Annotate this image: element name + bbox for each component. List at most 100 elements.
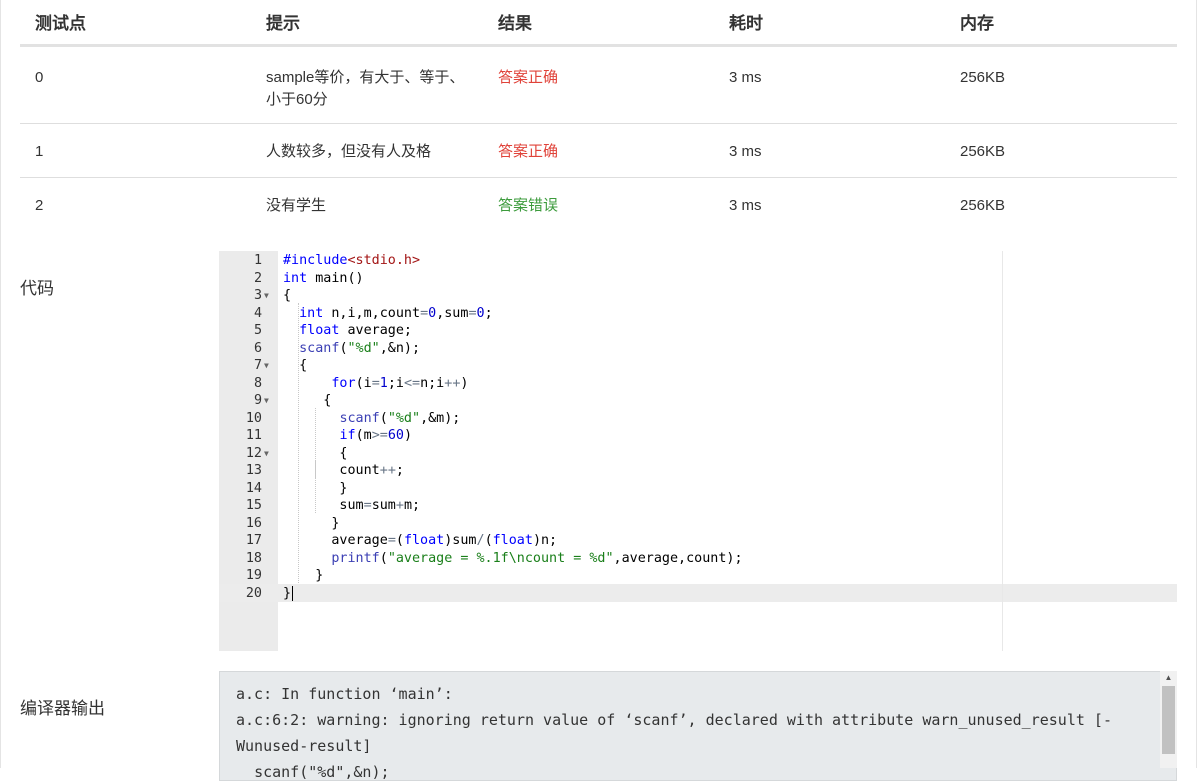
line-number: 8	[253, 375, 262, 391]
header-memory: 内存	[960, 14, 994, 33]
code-line: 14 }	[219, 480, 1177, 498]
fold-toggle-icon[interactable]: ▼	[264, 392, 269, 410]
code-text: int main()	[283, 270, 364, 286]
header-result: 结果	[498, 14, 532, 33]
line-number: 15	[245, 498, 262, 513]
line-number: 17	[245, 533, 262, 548]
code-text: sum=sum+m;	[283, 498, 421, 513]
line-number: 16	[245, 515, 262, 531]
line-number: 2	[253, 270, 262, 286]
code-line: 17 average=(float)sum/(float)n;	[219, 532, 1177, 550]
code-line: 16 }	[219, 515, 1177, 533]
code-text: for(i=1;i<=n;i++)	[331, 375, 469, 391]
line-number: 11	[245, 428, 262, 443]
code-line: 6 scanf("%d",&n);	[219, 340, 1177, 358]
code-line: 7 ▼ {	[219, 357, 1177, 375]
compiler-output-line: a.c:6:2: warning: ignoring return value …	[236, 711, 1112, 755]
page-border-left	[0, 0, 1, 768]
header-time: 耗时	[729, 14, 763, 33]
code-line: 9 ▼ {	[219, 392, 1177, 410]
code-text: #include<stdio.h>	[283, 253, 421, 268]
code-text: }	[283, 585, 292, 601]
code-text: scanf("%d",&n);	[299, 340, 421, 356]
line-number: 19	[245, 568, 262, 583]
result-status: 答案正确	[498, 143, 559, 160]
compiler-output-scrollbar[interactable]: ▲	[1160, 671, 1177, 768]
code-line: 4 int n,i,m,count=0,sum=0;	[219, 305, 1177, 323]
code-text: average=(float)sum/(float)n;	[283, 533, 558, 548]
code-text: }	[283, 480, 348, 496]
scroll-thumb[interactable]	[1162, 686, 1175, 754]
code-line: 1 #include<stdio.h>	[219, 252, 1177, 270]
header-test-case: 测试点	[35, 14, 86, 33]
compiler-output-box[interactable]: a.c: In function ‘main’: a.c:6:2: warning…	[219, 671, 1177, 781]
table-row: 0 sample等价，有大于、等于、小于60分 答案正确 3 ms 256KB	[20, 47, 1177, 124]
line-number: 12	[245, 445, 262, 461]
compiler-output-line: a.c: In function ‘main’:	[236, 685, 453, 703]
scroll-up-arrow-icon[interactable]: ▲	[1160, 671, 1177, 685]
case-id: 1	[35, 143, 44, 160]
line-number: 6	[253, 340, 262, 356]
code-line: 3 ▼ {	[219, 287, 1177, 305]
line-number: 3	[253, 288, 262, 303]
line-number: 20	[245, 585, 262, 601]
result-status: 答案错误	[498, 197, 559, 214]
case-memory: 256KB	[960, 69, 1006, 86]
code-text: }	[283, 568, 324, 583]
code-line: 20}	[219, 585, 1177, 603]
header-hint: 提示	[266, 14, 300, 33]
code-line: 15 sum=sum+m;	[219, 497, 1177, 515]
line-number: 18	[245, 550, 262, 566]
code-text: }	[283, 515, 340, 531]
page-border-right	[1196, 0, 1197, 768]
compiler-output-line: scanf("%d",&n);	[236, 763, 390, 781]
line-number: 4	[253, 305, 262, 321]
line-number: 10	[245, 410, 262, 426]
code-editor[interactable]: 1 #include<stdio.h> 2 int main() 3 ▼{4 int n,…	[219, 251, 1177, 651]
fold-toggle-icon[interactable]: ▼	[264, 357, 269, 375]
case-hint: 没有学生	[266, 197, 327, 214]
table-row: 1 人数较多，但没有人及格 答案正确 3 ms 256KB	[20, 124, 1177, 178]
code-text: count++;	[283, 463, 404, 478]
code-line: 5 float average;	[219, 322, 1177, 340]
case-time: 3 ms	[729, 197, 762, 214]
code-text: {	[283, 393, 332, 408]
code-line: 12 ▼ {	[219, 445, 1177, 463]
code-text: int n,i,m,count=0,sum=0;	[299, 305, 493, 321]
line-number: 7	[253, 358, 262, 373]
code-line: 13 count++;	[219, 462, 1177, 480]
code-line: 19 }	[219, 567, 1177, 585]
code-text: printf("average = %.1f\ncount = %d",aver…	[331, 550, 743, 566]
code-lines: 1 #include<stdio.h> 2 int main() 3 ▼{4 int n,…	[219, 252, 1177, 602]
code-text: if(m>=60)	[339, 428, 412, 443]
case-hint: sample等价，有大于、等于、小于60分	[266, 69, 465, 108]
code-line: 11 if(m>=60)	[219, 427, 1177, 445]
case-hint: 人数较多，但没有人及格	[266, 143, 432, 160]
table-row: 2 没有学生 答案错误 3 ms 256KB	[20, 178, 1177, 233]
code-text: {	[283, 445, 348, 461]
fold-toggle-icon[interactable]: ▼	[264, 445, 269, 463]
case-memory: 256KB	[960, 143, 1006, 160]
code-line: 8 for(i=1;i<=n;i++)	[219, 375, 1177, 393]
fold-toggle-icon[interactable]: ▼	[264, 287, 269, 305]
code-section-label: 代码	[20, 279, 54, 298]
code-text: scanf("%d",&m);	[339, 410, 461, 426]
code-text: float average;	[299, 323, 412, 338]
code-text: {	[283, 288, 292, 303]
test-results-table: 测试点 提示 结果 耗时 内存 0 sample等价，有大于、等于、小于60分 …	[20, 0, 1177, 233]
table-header: 测试点 提示 结果 耗时 内存	[20, 0, 1177, 47]
result-status: 答案正确	[498, 69, 559, 86]
line-number: 13	[245, 463, 262, 478]
case-time: 3 ms	[729, 69, 762, 86]
case-time: 3 ms	[729, 143, 762, 160]
case-id: 0	[35, 69, 44, 86]
code-line: 10 scanf("%d",&m);	[219, 410, 1177, 428]
case-memory: 256KB	[960, 197, 1006, 214]
line-number: 14	[245, 480, 262, 496]
compiler-section-label: 编译器输出	[20, 699, 105, 718]
code-text: {	[283, 358, 308, 373]
line-number: 9	[253, 393, 262, 408]
case-id: 2	[35, 197, 44, 214]
code-line: 2 int main()	[219, 270, 1177, 288]
code-line: 18 printf("average = %.1f\ncount = %d",a…	[219, 550, 1177, 568]
